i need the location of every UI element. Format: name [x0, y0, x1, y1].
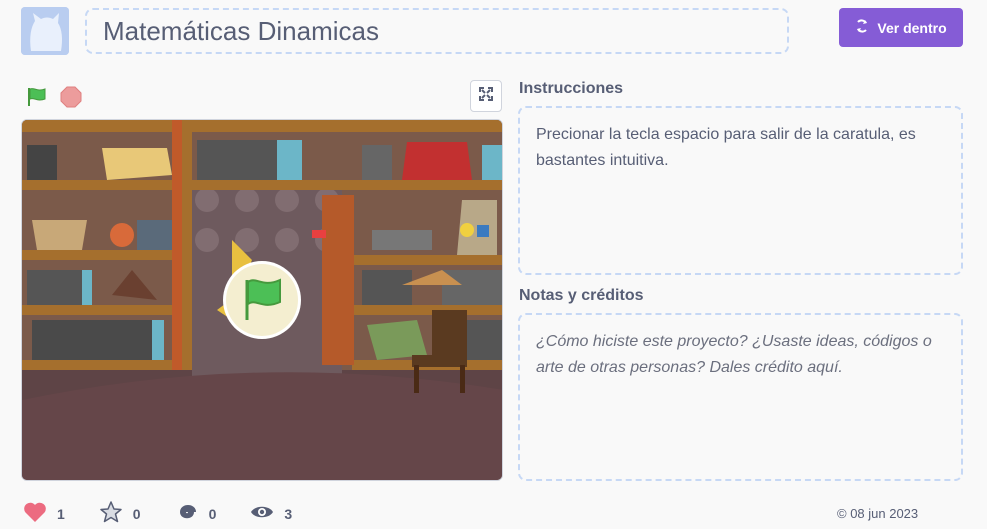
notes-label: Notas y créditos [519, 287, 644, 304]
instructions-textarea[interactable]: Precionar la tecla espacio para salir de… [518, 106, 963, 275]
star-icon [99, 500, 123, 527]
spiral-icon [175, 500, 199, 527]
favorite-stat[interactable]: 0 [99, 500, 141, 527]
stage-scene [22, 120, 502, 480]
view-count: 3 [284, 505, 293, 522]
love-stat[interactable]: 1 [23, 501, 65, 526]
fullscreen-icon [479, 86, 493, 106]
instructions-label: Instrucciones [519, 80, 624, 97]
heart-icon [23, 501, 47, 526]
project-author-avatar[interactable] [21, 7, 69, 55]
share-date: © 08 jun 2023 [837, 506, 919, 521]
see-inside-button[interactable]: Ver dentro [839, 8, 963, 47]
green-flag-icon[interactable] [26, 86, 48, 113]
notes-textarea[interactable]: ¿Cómo hiciste este proyecto? ¿Usaste ide… [518, 313, 963, 481]
favorite-count: 0 [132, 505, 141, 522]
remix-icon [855, 19, 869, 36]
project-stage[interactable] [21, 119, 503, 481]
eye-icon [250, 503, 274, 524]
remix-stat: 0 [175, 500, 217, 527]
view-stat: 3 [250, 503, 292, 524]
remix-count: 0 [208, 505, 217, 522]
love-count: 1 [57, 505, 65, 522]
fullscreen-button[interactable] [470, 80, 502, 112]
project-title-input[interactable] [85, 8, 789, 54]
see-inside-label: Ver dentro [877, 19, 947, 36]
stop-icon[interactable] [60, 86, 82, 113]
